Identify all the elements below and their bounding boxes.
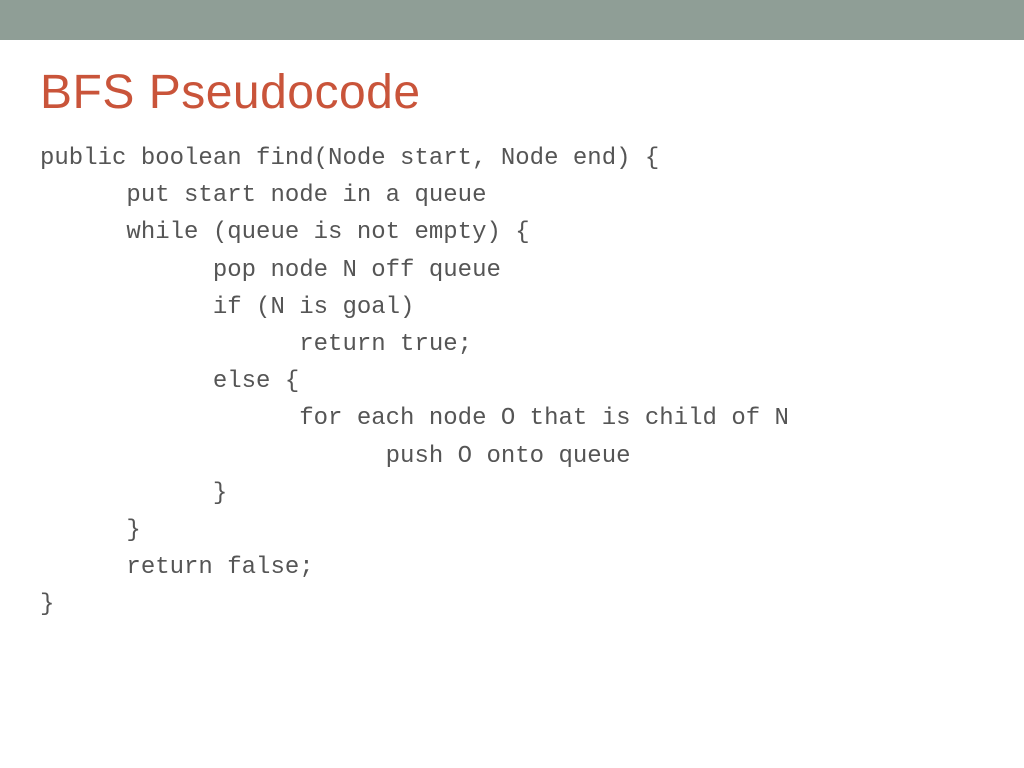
pseudocode-block: public boolean find(Node start, Node end…	[40, 140, 984, 623]
code-line: public boolean find(Node start, Node end…	[40, 145, 659, 172]
code-line: }	[40, 517, 141, 544]
code-line: return false;	[40, 554, 314, 581]
code-line: for each node O that is child of N	[40, 405, 789, 432]
code-line: while (queue is not empty) {	[40, 219, 530, 246]
code-line: put start node in a queue	[40, 182, 486, 209]
code-line: }	[40, 480, 227, 507]
code-line: else {	[40, 368, 299, 395]
code-line: if (N is goal)	[40, 294, 414, 321]
code-line: push O onto queue	[40, 443, 631, 470]
code-line: }	[40, 591, 54, 618]
slide-content: BFS Pseudocode public boolean find(Node …	[0, 40, 1024, 623]
slide-title: BFS Pseudocode	[40, 65, 984, 120]
slide-top-bar	[0, 0, 1024, 40]
code-line: return true;	[40, 331, 472, 358]
code-line: pop node N off queue	[40, 257, 501, 284]
